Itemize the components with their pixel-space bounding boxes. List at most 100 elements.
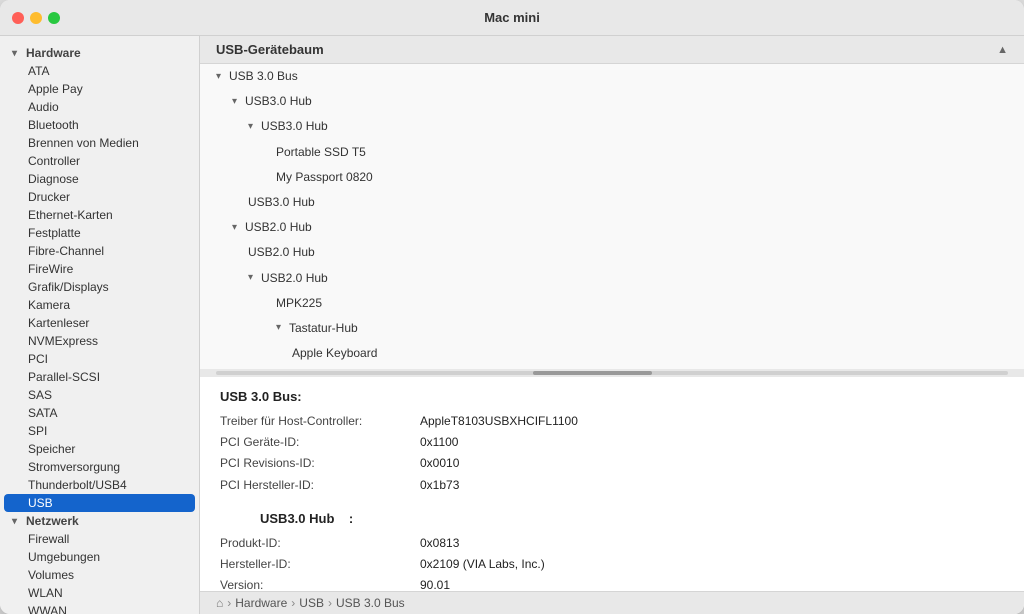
collapse-icon[interactable]: ▲: [997, 44, 1008, 56]
tree-container[interactable]: ▾ USB 3.0 Bus ▾ USB3.0 Hub ▾: [200, 64, 1024, 369]
detail-value-2: 0x0010: [420, 454, 459, 473]
breadcrumb-sep-3: ›: [328, 596, 332, 610]
sidebar-item-stromversorgung[interactable]: Stromversorgung: [0, 458, 199, 476]
tree-item-tastaturhub[interactable]: ▾ Tastatur-Hub: [200, 316, 1024, 341]
sidebar-item-bluetooth[interactable]: Bluetooth: [0, 116, 199, 134]
breadcrumb-bar: ⌂ › Hardware › USB › USB 3.0 Bus: [200, 591, 1024, 614]
detail-sub-row-1: Hersteller-ID: 0x2109 (VIA Labs, Inc.): [220, 555, 1004, 574]
main-content: ▾ Hardware ATA Apple Pay Audio Bluetooth…: [0, 36, 1024, 614]
chevron-hardware-icon: ▾: [12, 48, 22, 59]
sidebar-item-sas[interactable]: SAS: [0, 386, 199, 404]
breadcrumb-item-hardware[interactable]: Hardware: [235, 596, 287, 610]
tree-item-mpk225[interactable]: MPK225: [200, 291, 1024, 316]
sidebar-item-umgebungen[interactable]: Umgebungen: [0, 548, 199, 566]
window-title: Mac mini: [484, 10, 540, 25]
breadcrumb-sep-1: ›: [227, 596, 231, 610]
sub-section-title: USB3.0 Hub :: [220, 511, 1004, 526]
sidebar-item-nvmexpress[interactable]: NVMExpress: [0, 332, 199, 350]
sidebar-item-volumes[interactable]: Volumes: [0, 566, 199, 584]
sidebar-item-wlan[interactable]: WLAN: [0, 584, 199, 602]
main-window: Mac mini ▾ Hardware ATA Apple Pay Audio …: [0, 0, 1024, 614]
sidebar-item-drucker[interactable]: Drucker: [0, 188, 199, 206]
detail-value-3: 0x1b73: [420, 476, 459, 495]
detail-sub-value-0: 0x0813: [420, 534, 459, 553]
minimize-button[interactable]: [30, 12, 42, 24]
tree-item-usb20hub-1[interactable]: ▾ USB2.0 Hub: [200, 215, 1024, 240]
chevron-icon: ▾: [248, 270, 258, 286]
fullscreen-button[interactable]: [48, 12, 60, 24]
tree-item-usb30hub-3[interactable]: USB3.0 Hub: [200, 190, 1024, 215]
detail-table-usb30bus: Treiber für Host-Controller: AppleT8103U…: [220, 412, 1004, 495]
chevron-icon: ▾: [232, 220, 242, 236]
sidebar-item-thunderbolt[interactable]: Thunderbolt/USB4: [0, 476, 199, 494]
breadcrumb-sep-2: ›: [291, 596, 295, 610]
detail-info: USB 3.0 Bus: Treiber für Host-Controller…: [200, 377, 1024, 591]
sidebar-section-netzwerk: ▾ Netzwerk: [0, 512, 199, 530]
detail-label-0: Treiber für Host-Controller:: [220, 412, 420, 431]
section-header-bar: USB-Gerätebaum ▲: [200, 36, 1024, 64]
detail-panel: USB-Gerätebaum ▲ ▾ USB 3.0 Bus: [200, 36, 1024, 614]
sidebar-item-parallelscsi[interactable]: Parallel-SCSI: [0, 368, 199, 386]
chevron-icon: ▾: [276, 320, 286, 336]
sidebar-item-grafik[interactable]: Grafik/Displays: [0, 278, 199, 296]
scrollbar-thumb[interactable]: [533, 371, 652, 375]
detail-label-3: PCI Hersteller-ID:: [220, 476, 420, 495]
chevron-netzwerk-icon: ▾: [12, 516, 22, 527]
detail-sub-row-0: Produkt-ID: 0x0813: [220, 534, 1004, 553]
detail-value-0: AppleT8103USBXHCIFL1100: [420, 412, 578, 431]
sidebar-item-speicher[interactable]: Speicher: [0, 440, 199, 458]
sidebar-item-applepay[interactable]: Apple Pay: [0, 80, 199, 98]
scrollbar-track[interactable]: [216, 371, 1008, 375]
sidebar-item-pci[interactable]: PCI: [0, 350, 199, 368]
detail-row-0: Treiber für Host-Controller: AppleT8103U…: [220, 412, 1004, 431]
sidebar-item-kartenleser[interactable]: Kartenleser: [0, 314, 199, 332]
breadcrumb-home-icon: ⌂: [216, 596, 223, 610]
sidebar-item-sata[interactable]: SATA: [0, 404, 199, 422]
sidebar-item-fibrechannel[interactable]: Fibre-Channel: [0, 242, 199, 260]
detail-sub-value-1: 0x2109 (VIA Labs, Inc.): [420, 555, 545, 574]
detail-sub-label-0: Produkt-ID:: [220, 534, 420, 553]
tree-item-usb30bus[interactable]: ▾ USB 3.0 Bus: [200, 64, 1024, 89]
traffic-lights: [12, 12, 60, 24]
breadcrumb-item-usb[interactable]: USB: [299, 596, 324, 610]
close-button[interactable]: [12, 12, 24, 24]
tree-item-usb20hub-2[interactable]: USB2.0 Hub: [200, 240, 1024, 265]
sidebar-item-firewire[interactable]: FireWire: [0, 260, 199, 278]
detail-sub-label-1: Hersteller-ID:: [220, 555, 420, 574]
detail-sub-value-2: 90.01: [420, 576, 450, 591]
sidebar-item-audio[interactable]: Audio: [0, 98, 199, 116]
sidebar-item-kamera[interactable]: Kamera: [0, 296, 199, 314]
sidebar-item-controller[interactable]: Controller: [0, 152, 199, 170]
sidebar-item-firewall[interactable]: Firewall: [0, 530, 199, 548]
sidebar-item-spi[interactable]: SPI: [0, 422, 199, 440]
detail-table-sub: Produkt-ID: 0x0813 Hersteller-ID: 0x2109…: [220, 534, 1004, 591]
detail-info-title: USB 3.0 Bus:: [220, 389, 1004, 404]
tree-item-usb20hub-3[interactable]: ▾ USB2.0 Hub: [200, 266, 1024, 291]
section-title: USB-Gerätebaum: [216, 42, 324, 57]
sidebar-item-wwan[interactable]: WWAN: [0, 602, 199, 614]
tree-item-mypassport[interactable]: My Passport 0820: [200, 165, 1024, 190]
titlebar: Mac mini: [0, 0, 1024, 36]
detail-row-1: PCI Geräte-ID: 0x1100: [220, 433, 1004, 452]
chevron-icon: ▾: [232, 94, 242, 110]
detail-row-2: PCI Revisions-ID: 0x0010: [220, 454, 1004, 473]
sidebar-item-festplatte[interactable]: Festplatte: [0, 224, 199, 242]
detail-label-1: PCI Geräte-ID:: [220, 433, 420, 452]
detail-label-2: PCI Revisions-ID:: [220, 454, 420, 473]
chevron-icon: ▾: [216, 69, 226, 85]
sidebar-item-ata[interactable]: ATA: [0, 62, 199, 80]
tree-item-usb30hub-2[interactable]: ▾ USB3.0 Hub: [200, 114, 1024, 139]
breadcrumb-item-usb30bus[interactable]: USB 3.0 Bus: [336, 596, 405, 610]
tree-item-applekeyboard[interactable]: Apple Keyboard: [200, 341, 1024, 366]
detail-sub-label-2: Version:: [220, 576, 420, 591]
detail-row-3: PCI Hersteller-ID: 0x1b73: [220, 476, 1004, 495]
scrollbar-area[interactable]: [200, 369, 1024, 377]
sidebar-item-diagnose[interactable]: Diagnose: [0, 170, 199, 188]
sidebar-item-ethernet[interactable]: Ethernet-Karten: [0, 206, 199, 224]
tree-item-usb30hub-1[interactable]: ▾ USB3.0 Hub: [200, 89, 1024, 114]
sidebar-item-brennen[interactable]: Brennen von Medien: [0, 134, 199, 152]
sidebar-item-usb[interactable]: USB: [4, 494, 195, 512]
tree-item-portablessd[interactable]: Portable SSD T5: [200, 140, 1024, 165]
detail-sub-row-2: Version: 90.01: [220, 576, 1004, 591]
sidebar[interactable]: ▾ Hardware ATA Apple Pay Audio Bluetooth…: [0, 36, 200, 614]
